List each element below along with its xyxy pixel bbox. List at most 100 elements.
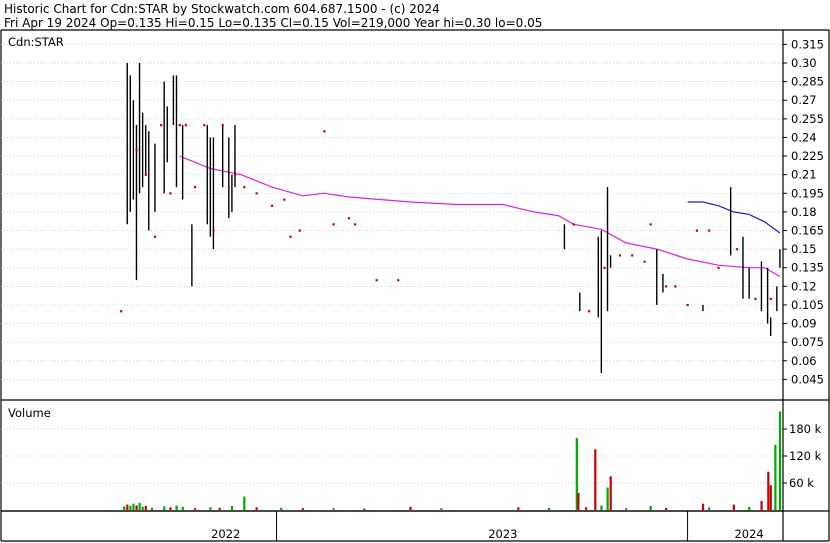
price-tick-label: 0.165 <box>791 224 824 238</box>
volume-bar <box>732 504 735 510</box>
volume-bar <box>584 507 588 510</box>
price-dot <box>375 279 378 282</box>
price-dot <box>603 266 606 269</box>
volume-bar <box>123 506 126 510</box>
price-dot <box>270 204 274 207</box>
price-tick-label: 0.24 <box>791 130 817 144</box>
price-dot <box>298 229 301 232</box>
price-dot <box>153 235 157 238</box>
price-tick-label: 0.18 <box>791 205 817 219</box>
price-dot <box>674 285 677 288</box>
volume-bar <box>577 492 580 510</box>
volume-bar <box>767 471 770 510</box>
volume-bar <box>774 444 777 510</box>
volume-bar <box>132 503 135 510</box>
moving-average-line <box>687 201 781 234</box>
volume-bar <box>301 508 304 510</box>
volume-bar <box>748 506 751 510</box>
price-dot <box>686 303 689 307</box>
price-dot <box>717 266 720 269</box>
price-panel-label: Cdn:STAR <box>8 35 64 49</box>
price-tick-label: 0.09 <box>791 317 817 331</box>
price-dot <box>184 124 187 127</box>
volume-bar <box>175 505 178 510</box>
volume-bar <box>126 504 129 510</box>
price-dot <box>227 186 231 189</box>
volume-bar <box>230 505 234 510</box>
volume-bar <box>409 506 412 510</box>
volume-bar <box>280 507 283 510</box>
volume-bar <box>760 501 763 510</box>
volume-bar <box>609 476 612 510</box>
volume-axis-ticks: 180 k 120 k 60 k <box>783 422 822 490</box>
volume-bar <box>141 506 144 510</box>
price-dot <box>665 285 668 288</box>
price-dot <box>160 124 163 127</box>
price-dot <box>618 254 622 257</box>
volume-bars <box>123 411 782 510</box>
volume-bar <box>517 507 520 510</box>
volume-bar <box>144 505 147 510</box>
price-dot <box>193 186 197 189</box>
volume-bar <box>218 507 221 510</box>
volume-bar <box>701 503 705 510</box>
price-dot <box>120 310 123 313</box>
chart-canvas: Historic Chart for Cdn:STAR by Stockwatc… <box>0 2 830 542</box>
price-tick-label: 0.255 <box>791 112 824 126</box>
volume-bar <box>138 502 141 510</box>
price-bars <box>126 63 781 374</box>
price-dot <box>255 192 258 195</box>
price-tick-label: 0.105 <box>791 298 824 312</box>
volume-tick-label: 60 k <box>789 476 814 490</box>
volume-bar <box>624 508 628 510</box>
volume-bar <box>209 507 212 510</box>
price-dot <box>769 297 772 300</box>
price-dot <box>283 198 286 201</box>
price-tick-label: 0.315 <box>791 37 824 51</box>
volume-tick-label: 180 k <box>789 422 822 436</box>
volume-gridlines <box>1 428 783 484</box>
price-dot <box>332 223 335 226</box>
price-tick-label: 0.21 <box>791 168 817 182</box>
price-tick-label: 0.075 <box>791 335 824 349</box>
price-tick-label: 0.12 <box>791 279 817 293</box>
price-dots <box>120 124 772 313</box>
volume-tick-label: 120 k <box>789 449 822 463</box>
volume-bar <box>193 508 197 510</box>
price-dot <box>354 223 357 226</box>
price-dot <box>695 229 698 232</box>
volume-panel-label: Volume <box>8 406 51 420</box>
volume-bar <box>332 508 335 510</box>
price-dot <box>144 173 147 176</box>
price-dot <box>397 279 400 282</box>
price-dot <box>323 130 326 133</box>
volume-bar <box>243 496 246 510</box>
price-dot <box>631 254 634 257</box>
volume-bar <box>163 506 166 510</box>
chart-header-quote: Fri Apr 19 2024 Op=0.135 Hi=0.15 Lo=0.13… <box>4 16 542 30</box>
volume-bar <box>363 508 366 510</box>
volume-bar <box>649 505 652 510</box>
price-tick-label: 0.195 <box>791 186 824 200</box>
volume-bar <box>440 508 443 510</box>
price-dot <box>588 310 591 313</box>
volume-bar <box>135 505 138 510</box>
year-label: 2022 <box>211 527 240 541</box>
price-axis-ticks: 0.315 0.30 0.285 0.27 0.255 0.24 0.225 0.21 0.19… <box>783 37 824 386</box>
chart-frame <box>0 29 830 542</box>
price-dot <box>649 223 652 226</box>
price-dot <box>735 248 739 251</box>
year-label: 2024 <box>734 527 763 541</box>
volume-bar <box>778 411 782 510</box>
volume-bar <box>255 507 258 510</box>
price-dot <box>754 297 757 300</box>
volume-bar <box>150 507 154 510</box>
price-tick-label: 0.30 <box>791 56 817 70</box>
volume-bar <box>594 449 597 510</box>
price-dot <box>221 124 224 127</box>
price-tick-label: 0.15 <box>791 242 817 256</box>
year-label: 2023 <box>488 527 517 541</box>
price-tick-label: 0.27 <box>791 93 817 107</box>
moving-average-line <box>179 155 781 277</box>
volume-bar <box>606 487 609 510</box>
